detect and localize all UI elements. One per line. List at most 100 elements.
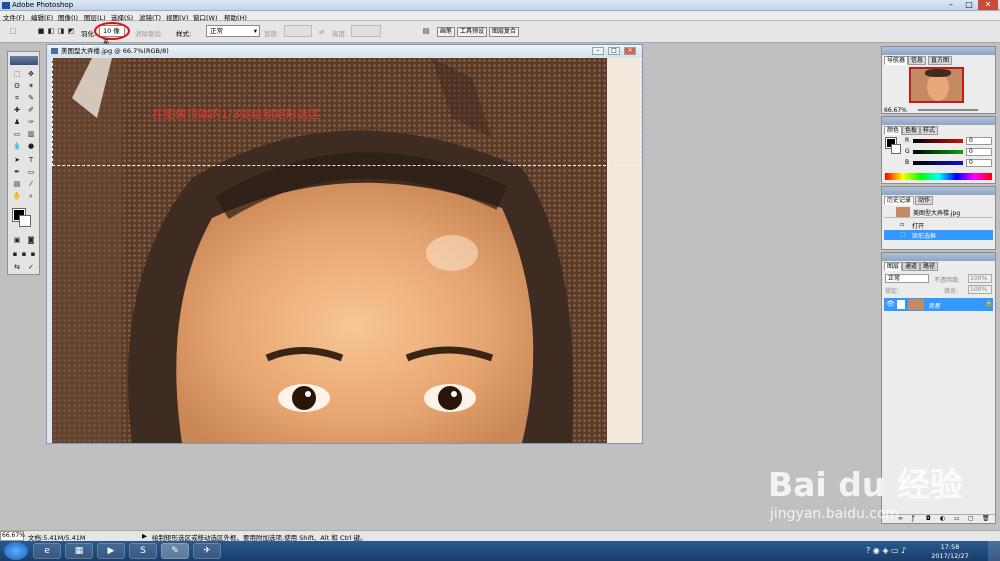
document-icon [51, 48, 58, 54]
app-task-icon[interactable]: ✈ [193, 543, 221, 559]
channel-r-slider[interactable] [913, 139, 963, 143]
tab-actions[interactable]: 动作 [915, 196, 934, 205]
quickmask-mode-icon[interactable]: ◙ [26, 236, 36, 245]
close-button[interactable]: ✕ [978, 0, 998, 10]
tab-histogram[interactable]: 直方图 [928, 56, 953, 65]
type-icon[interactable]: T [26, 156, 36, 165]
tab-layer-comps[interactable]: 图层复合 [489, 27, 520, 37]
history-brush-icon[interactable]: ✑ [26, 118, 36, 127]
antialias-checkbox[interactable]: 消除锯齿 [135, 28, 161, 38]
channel-b-slider[interactable] [913, 161, 963, 165]
screen-mode-3-icon[interactable]: ▪ [28, 250, 38, 259]
history-snapshot[interactable]: 美图型大弄楼.jpg [884, 206, 993, 218]
marquee-preset-icon[interactable]: ⬚ [8, 27, 18, 36]
imageready-icon[interactable]: ⇆ [12, 263, 22, 272]
crop-icon[interactable]: ⌗ [12, 94, 22, 103]
tab-history[interactable]: 历史记录 [884, 196, 915, 205]
show-desktop-button[interactable] [988, 541, 1000, 561]
tab-navigator[interactable]: 导航器 [884, 56, 909, 65]
doc-minimize-button[interactable]: – [592, 47, 604, 55]
gradient-icon[interactable]: ▥ [26, 130, 36, 139]
options-bar: ⬚ ■ ◧ ◨ ◩ 羽化: 10 像素 消除锯齿 样式: 正常 ▾ 宽度: ⇄ 高… [0, 21, 1000, 45]
style-select[interactable]: 正常 ▾ [206, 25, 260, 37]
sogou-icon[interactable]: S [129, 543, 157, 559]
new-layer-icon[interactable]: ▢ [968, 515, 974, 522]
channel-g-input[interactable]: 0 [966, 148, 992, 156]
history-item-active[interactable]: ⬚ 矩形选框 [884, 230, 993, 240]
hand-icon[interactable]: ✋ [12, 192, 22, 201]
history-item-label: 矩形选框 [912, 233, 937, 240]
document-window: 美图型大弄楼.jpg @ 66.7%(RGB/8) – □ × [46, 44, 643, 444]
snapshot-thumbnail [896, 207, 910, 217]
maximize-button[interactable]: □ [960, 0, 978, 10]
tab-paths[interactable]: 路径 [920, 262, 939, 271]
swap-icon[interactable]: ⇄ [319, 28, 324, 36]
tab-channels[interactable]: 通道 [902, 262, 921, 271]
healing-icon[interactable]: ✚ [12, 106, 22, 115]
slice-icon[interactable]: ✎ [26, 94, 36, 103]
add-selection-icon[interactable]: ◧ [46, 27, 56, 36]
background-color-swatch[interactable] [19, 215, 31, 227]
color-ramp[interactable] [885, 173, 992, 180]
subtract-selection-icon[interactable]: ◨ [56, 27, 66, 36]
eyedropper-icon[interactable]: ⁄ [26, 180, 36, 189]
standard-mode-icon[interactable]: ▣ [12, 236, 22, 245]
tab-layers[interactable]: 图层 [884, 262, 903, 271]
tab-brushes[interactable]: 画笔 [437, 27, 456, 37]
color-panel: 颜色 色板 样式 R 0 G 0 B 0 [881, 116, 996, 184]
photoshop-task-icon[interactable]: ✎ [161, 543, 189, 559]
start-button[interactable] [4, 542, 28, 560]
photoshop-icon [2, 2, 10, 9]
lasso-icon[interactable]: ʘ [12, 82, 22, 91]
media-player-icon[interactable]: ▶ [97, 543, 125, 559]
zoom-icon[interactable]: ⌕ [26, 192, 36, 201]
tab-styles[interactable]: 样式 [920, 126, 939, 135]
opacity-input[interactable]: 100% [968, 274, 992, 283]
ie-icon[interactable]: e [33, 543, 61, 559]
tab-color[interactable]: 颜色 [884, 126, 903, 135]
image-canvas[interactable] [52, 58, 641, 443]
brush-link-icon [897, 300, 905, 309]
status-zoom[interactable]: 66.67% [0, 531, 25, 541]
zoom-slider[interactable] [918, 109, 978, 111]
intersect-selection-icon[interactable]: ◩ [66, 27, 76, 36]
eye-icon[interactable]: 👁 [886, 300, 895, 308]
tab-swatches[interactable]: 色板 [902, 126, 921, 135]
tab-info[interactable]: 信息 [908, 56, 927, 65]
height-input[interactable] [351, 25, 381, 37]
tray-icons[interactable]: ? ◉ ◈ ▭ ♪ [866, 546, 906, 555]
palette-well-icon[interactable]: ▤ [421, 27, 431, 36]
eraser-icon[interactable]: ▭ [12, 130, 22, 139]
pen-icon[interactable]: ✒ [12, 168, 22, 177]
doc-maximize-button[interactable]: □ [608, 47, 620, 55]
explorer-icon[interactable]: ▦ [65, 543, 93, 559]
brush-icon[interactable]: ✐ [26, 106, 36, 115]
layer-row[interactable]: 👁 背景 🔒 [884, 298, 993, 311]
stamp-icon[interactable]: ♟ [12, 118, 22, 127]
history-item[interactable]: ▫ 打开 [884, 220, 993, 230]
channel-g-slider[interactable] [913, 150, 963, 154]
color-bg-swatch[interactable] [891, 144, 901, 154]
status-arrow-icon[interactable]: ▶ [142, 532, 147, 540]
magic-wand-icon[interactable]: ✶ [26, 82, 36, 91]
notes-icon[interactable]: ▤ [12, 180, 22, 189]
blur-icon[interactable]: 💧 [12, 142, 22, 151]
rect-marquee-icon[interactable]: ⬚ [12, 70, 22, 79]
fill-input[interactable]: 100% [968, 285, 992, 294]
path-select-icon[interactable]: ➤ [12, 156, 22, 165]
width-input[interactable] [284, 25, 312, 37]
navigator-thumbnail[interactable] [909, 67, 964, 103]
move-icon[interactable]: ✥ [26, 70, 36, 79]
blend-mode-select[interactable]: 正常 [885, 274, 929, 283]
channel-b-input[interactable]: 0 [966, 159, 992, 167]
new-selection-icon[interactable]: ■ [36, 27, 46, 36]
dodge-icon[interactable]: ● [26, 142, 36, 151]
trash-icon[interactable]: 🗑 [982, 515, 990, 522]
channel-r-input[interactable]: 0 [966, 137, 992, 145]
layer-name: 背景 [928, 303, 941, 310]
tab-tool-presets[interactable]: 工具预设 [457, 27, 488, 37]
jump-icon[interactable]: ✓ [26, 263, 36, 272]
doc-close-button[interactable]: × [624, 47, 636, 55]
minimize-button[interactable]: – [942, 0, 960, 10]
shape-icon[interactable]: ▭ [26, 168, 36, 177]
